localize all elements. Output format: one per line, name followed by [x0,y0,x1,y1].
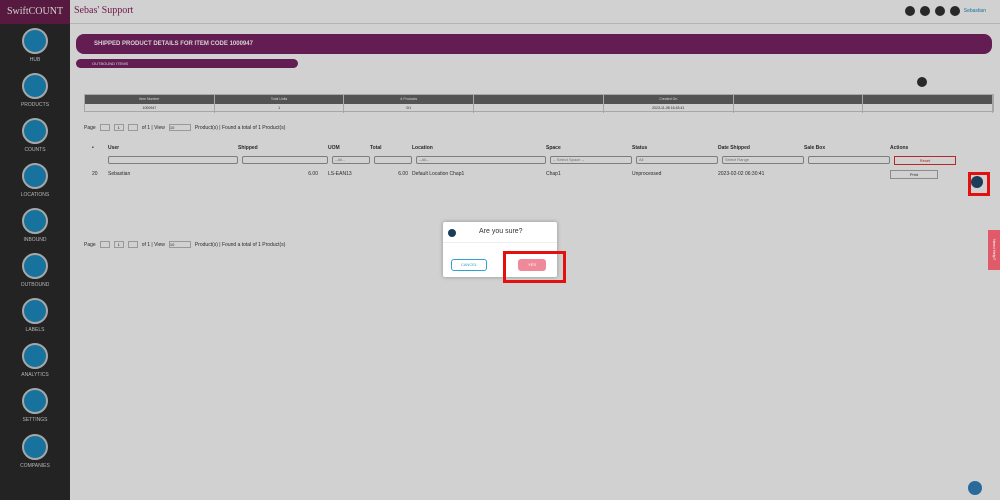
dialog-message: Are you sure? [479,228,523,235]
chat-icon[interactable] [968,481,982,495]
highlight-delete [968,172,990,196]
cancel-button[interactable]: CANCEL [451,259,487,271]
highlight-yes [503,251,566,283]
help-tab[interactable]: Need Help? [988,230,1000,270]
trash-icon [448,229,456,237]
